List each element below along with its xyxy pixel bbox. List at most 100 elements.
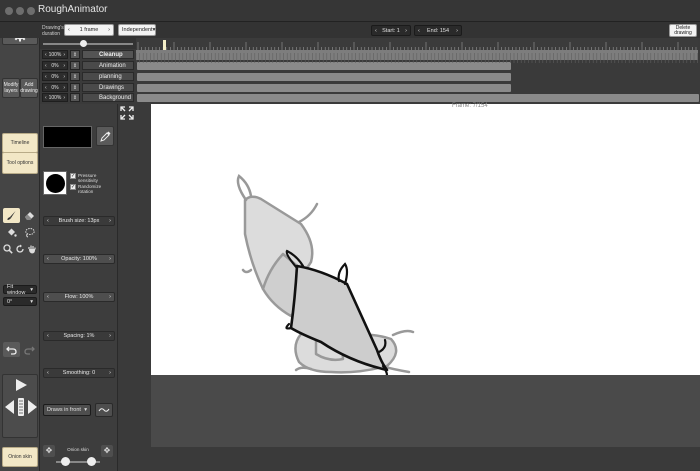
decrement-icon[interactable]: ‹ bbox=[375, 28, 377, 34]
layer-visibility-toggle[interactable]: ⇕ bbox=[70, 93, 80, 102]
brush-icon bbox=[7, 211, 16, 220]
modify-layers-button[interactable]: Modify layers bbox=[2, 78, 20, 98]
close-window-button[interactable] bbox=[5, 7, 13, 15]
eyedropper-button[interactable] bbox=[96, 126, 114, 146]
timeline-scrubber[interactable] bbox=[40, 38, 136, 49]
layer-visibility-toggle[interactable]: ⇕ bbox=[70, 83, 80, 92]
frame-ruler[interactable] bbox=[136, 38, 698, 51]
pressure-checkbox[interactable]: ✓ bbox=[70, 173, 76, 179]
frames-stepper[interactable]: ‹ 1 frame › bbox=[64, 24, 114, 36]
layer-opacity-stepper[interactable]: ‹ 0% › bbox=[42, 61, 68, 70]
layer-frames-track[interactable] bbox=[137, 73, 511, 81]
layer-name[interactable]: Cleanup bbox=[82, 50, 134, 59]
increment-icon[interactable]: › bbox=[63, 95, 65, 101]
play-icon[interactable] bbox=[14, 378, 28, 392]
redo-button[interactable] bbox=[21, 342, 38, 357]
increment-icon[interactable]: › bbox=[108, 27, 110, 33]
layer-frames-track[interactable] bbox=[137, 94, 699, 102]
decrement-icon[interactable]: ‹ bbox=[47, 256, 49, 262]
scrubber-handle[interactable] bbox=[80, 40, 87, 47]
brush-size-slider[interactable]: ‹ Brush size: 13px › bbox=[43, 216, 115, 226]
drawing-canvas[interactable] bbox=[151, 104, 700, 377]
onion-skin-toggle[interactable]: Onion skin bbox=[2, 447, 38, 467]
decrement-icon[interactable]: ‹ bbox=[45, 85, 47, 91]
fullscreen-button[interactable] bbox=[120, 106, 134, 120]
tool-options-panel: ✓ Pressure sensitivity ✓ Randomize rotat… bbox=[40, 104, 118, 471]
undo-button[interactable] bbox=[3, 342, 20, 357]
layer-opacity-stepper[interactable]: ‹ 0% › bbox=[42, 72, 68, 81]
decrement-icon[interactable]: ‹ bbox=[47, 333, 49, 339]
rotate-tool-button[interactable] bbox=[14, 241, 26, 256]
increment-icon[interactable]: › bbox=[63, 85, 65, 91]
smoothing-value: Smoothing: 0 bbox=[62, 370, 96, 376]
increment-icon[interactable]: › bbox=[109, 333, 111, 339]
draw-mode-select[interactable]: Draws in front ▾ bbox=[43, 404, 91, 416]
layer-frames-track[interactable] bbox=[137, 84, 511, 92]
decrement-icon[interactable]: ‹ bbox=[45, 95, 47, 101]
tool-options-button[interactable]: Tool options bbox=[2, 152, 38, 174]
onion-prev-move-icon[interactable]: ✥ bbox=[43, 445, 55, 457]
increment-icon[interactable]: › bbox=[63, 63, 65, 69]
layer-name[interactable]: Drawings bbox=[82, 83, 134, 92]
start-frame-stepper[interactable]: ‹ Start: 1 › bbox=[371, 25, 411, 36]
increment-icon[interactable]: › bbox=[456, 28, 458, 34]
app-window: RoughAnimator Modify layers Add drawing … bbox=[0, 0, 700, 471]
frame-scrub-icon[interactable] bbox=[4, 397, 38, 417]
increment-icon[interactable]: › bbox=[109, 256, 111, 262]
add-drawing-button[interactable]: Add drawing bbox=[20, 78, 38, 98]
rotation-select[interactable]: 0° ▾ bbox=[3, 297, 37, 306]
randomize-label: Randomize rotation bbox=[78, 184, 102, 194]
stroke-stabilizer-button[interactable] bbox=[95, 403, 113, 417]
decrement-icon[interactable]: ‹ bbox=[47, 218, 49, 224]
decrement-icon[interactable]: ‹ bbox=[45, 74, 47, 80]
decrement-icon[interactable]: ‹ bbox=[45, 63, 47, 69]
onion-forward-handle[interactable] bbox=[87, 457, 96, 466]
onion-back-handle[interactable] bbox=[61, 457, 70, 466]
layer-opacity-value: 0% bbox=[51, 62, 59, 69]
decrement-icon[interactable]: ‹ bbox=[68, 27, 70, 33]
end-frame-stepper[interactable]: ‹ End: 154 › bbox=[414, 25, 462, 36]
flow-slider[interactable]: ‹ Flow: 100% › bbox=[43, 292, 115, 302]
spacing-slider[interactable]: ‹ Spacing: 1% › bbox=[43, 331, 115, 341]
smoothing-slider[interactable]: ‹ Smoothing: 0 › bbox=[43, 368, 115, 378]
brush-tool-button[interactable] bbox=[3, 208, 20, 223]
zoom-tool-button[interactable] bbox=[2, 241, 14, 256]
lasso-tool-button[interactable] bbox=[21, 225, 38, 240]
increment-icon[interactable]: › bbox=[109, 294, 111, 300]
pan-tool-button[interactable] bbox=[26, 241, 38, 256]
fit-window-select[interactable]: Fit window ▾ bbox=[3, 284, 37, 296]
layer-opacity-stepper[interactable]: ‹ 100% › bbox=[42, 93, 68, 102]
color-swatch[interactable] bbox=[43, 126, 92, 148]
onion-next-move-icon[interactable]: ✥ bbox=[101, 445, 113, 457]
decrement-icon[interactable]: ‹ bbox=[47, 370, 49, 376]
independent-select[interactable]: Independent ▾ bbox=[118, 24, 156, 36]
increment-icon[interactable]: › bbox=[109, 370, 111, 376]
timeline-button[interactable]: Timeline bbox=[2, 133, 38, 153]
cleanup-frames-track[interactable] bbox=[135, 50, 698, 63]
layer-frames-track[interactable] bbox=[137, 62, 511, 70]
layer-visibility-toggle[interactable]: ⇕ bbox=[70, 61, 80, 70]
layer-visibility-toggle[interactable]: ⇕ bbox=[70, 50, 80, 59]
zoom-window-button[interactable] bbox=[27, 7, 35, 15]
decrement-icon[interactable]: ‹ bbox=[47, 294, 49, 300]
randomize-checkbox[interactable]: ✓ bbox=[70, 184, 76, 190]
delete-drawing-button[interactable]: Delete drawing bbox=[669, 24, 697, 37]
layer-name[interactable]: planning bbox=[82, 72, 134, 81]
increment-icon[interactable]: › bbox=[109, 218, 111, 224]
layer-name[interactable]: Background bbox=[82, 93, 134, 102]
brush-size-value: Brush size: 13px bbox=[58, 218, 100, 224]
layer-opacity-stepper[interactable]: ‹ 100% › bbox=[42, 50, 68, 59]
eraser-tool-button[interactable] bbox=[21, 208, 38, 223]
opacity-slider[interactable]: ‹ Opacity: 100% › bbox=[43, 254, 115, 264]
layer-name[interactable]: Animation bbox=[82, 61, 134, 70]
layer-visibility-toggle[interactable]: ⇕ bbox=[70, 72, 80, 81]
increment-icon[interactable]: › bbox=[405, 28, 407, 34]
layer-opacity-stepper[interactable]: ‹ 0% › bbox=[42, 83, 68, 92]
brush-preview[interactable] bbox=[43, 171, 67, 195]
minimize-window-button[interactable] bbox=[16, 7, 24, 15]
fill-tool-button[interactable] bbox=[3, 225, 20, 240]
increment-icon[interactable]: › bbox=[63, 52, 65, 58]
decrement-icon[interactable]: ‹ bbox=[45, 52, 47, 58]
increment-icon[interactable]: › bbox=[63, 74, 65, 80]
decrement-icon[interactable]: ‹ bbox=[418, 28, 420, 34]
